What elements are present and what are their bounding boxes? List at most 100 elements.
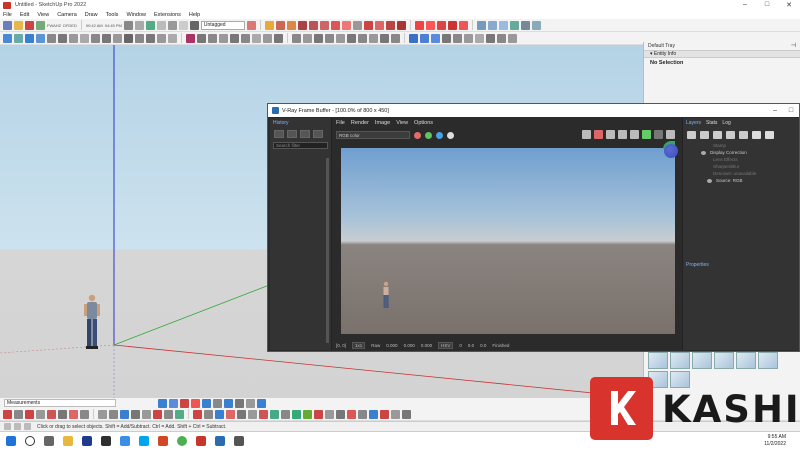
hidden-line-icon[interactable]: [475, 33, 484, 43]
vfb-menu-render[interactable]: Render: [351, 120, 369, 126]
vray-tool-icon[interactable]: [235, 398, 244, 408]
vray-vfb-icon[interactable]: [286, 20, 296, 30]
load-layers-icon[interactable]: [726, 131, 735, 139]
solid-tool-icon[interactable]: [193, 409, 202, 419]
photoshop-icon[interactable]: [82, 436, 92, 446]
style-thumbnail[interactable]: [736, 352, 756, 369]
vfb-menu-file[interactable]: File: [336, 120, 345, 126]
previous-view-icon[interactable]: [347, 33, 356, 43]
maximize-button[interactable]: □: [756, 1, 778, 9]
app-icon[interactable]: [120, 436, 130, 446]
freehand-icon[interactable]: [69, 33, 78, 43]
pin-icon[interactable]: ⊣: [791, 42, 796, 49]
solid-tool-icon[interactable]: [380, 409, 389, 419]
zoom-extents-icon[interactable]: [336, 33, 345, 43]
draw-tool-icon[interactable]: [36, 409, 45, 419]
style-thumbnail[interactable]: [670, 352, 690, 369]
vfb-title-bar[interactable]: V-Ray Frame Buffer - [100.0% of 800 x 45…: [268, 104, 799, 117]
vray-taskbar-icon[interactable]: [215, 436, 225, 446]
credits-icon[interactable]: [14, 423, 21, 430]
save-layers-icon[interactable]: [713, 131, 722, 139]
orbit-icon[interactable]: [292, 33, 301, 43]
mesh-export-icon[interactable]: [447, 20, 457, 30]
vray-tool-icon[interactable]: [224, 398, 233, 408]
draw-tool-icon[interactable]: [58, 409, 67, 419]
solid-tool-icon[interactable]: [358, 409, 367, 419]
interactive-render-icon[interactable]: [642, 130, 651, 139]
entity-info-panel-header[interactable]: ▾ Entity Info: [644, 50, 800, 58]
scale-icon[interactable]: [208, 33, 217, 43]
vray-tool-icon[interactable]: [169, 398, 178, 408]
render-teapot-icon[interactable]: [666, 130, 675, 139]
menu-window[interactable]: Window: [126, 12, 146, 18]
axes-icon[interactable]: [263, 33, 272, 43]
display-section-icon[interactable]: [409, 33, 418, 43]
styles-icon[interactable]: [156, 20, 166, 30]
add-layer-icon[interactable]: [687, 131, 696, 139]
rotate-icon[interactable]: [197, 33, 206, 43]
history-search-input[interactable]: Search filter: [273, 142, 328, 149]
offset-icon[interactable]: [168, 33, 177, 43]
render-preview-image[interactable]: [341, 148, 675, 334]
tag-select[interactable]: Untagged: [200, 20, 245, 30]
draw-tool-icon[interactable]: [3, 409, 12, 419]
channel-select[interactable]: RGB color: [336, 131, 410, 139]
solid-tool-icon[interactable]: [204, 409, 213, 419]
vray-tool-icon[interactable]: [246, 398, 255, 408]
vray-scatter-icon[interactable]: [396, 20, 406, 30]
wireframe-icon[interactable]: [464, 33, 473, 43]
vray-ies-light-icon[interactable]: [341, 20, 351, 30]
draw-tool-icon[interactable]: [14, 409, 23, 419]
layer-display-correction[interactable]: Display Correction: [683, 149, 799, 156]
section-plane-icon[interactable]: [391, 33, 400, 43]
arc-tool-icon[interactable]: [36, 20, 45, 30]
outliner-icon[interactable]: [189, 20, 199, 30]
section-fill-icon[interactable]: [431, 33, 440, 43]
rectangle-icon[interactable]: [80, 33, 89, 43]
menu-help[interactable]: Help: [189, 12, 200, 18]
layer-preset-icon[interactable]: [700, 131, 709, 139]
sandbox-tool-icon[interactable]: [142, 409, 151, 419]
select-tool-icon[interactable]: [3, 20, 12, 30]
vray-dome-light-icon[interactable]: [352, 20, 362, 30]
zoom-select[interactable]: 1x1: [352, 341, 366, 349]
vray-proxy-icon[interactable]: [363, 20, 373, 30]
sandbox-tool-icon[interactable]: [175, 409, 184, 419]
vfb-menu-view[interactable]: View: [396, 120, 408, 126]
sandbox-tool-icon[interactable]: [109, 409, 118, 419]
section-cuts-icon[interactable]: [420, 33, 429, 43]
warehouse-icon[interactable]: [123, 20, 133, 30]
tab-layers[interactable]: Layers: [686, 120, 701, 126]
style-thumbnail[interactable]: [758, 352, 778, 369]
style-thumbnail[interactable]: [648, 352, 668, 369]
vray-lights-icon[interactable]: [308, 20, 318, 30]
section-icon[interactable]: [436, 20, 446, 30]
line-icon[interactable]: [58, 33, 67, 43]
lasso-select-icon[interactable]: [14, 33, 23, 43]
save-image-icon[interactable]: [582, 130, 591, 139]
redo-icon[interactable]: [765, 131, 774, 139]
solid-tool-icon[interactable]: [248, 409, 257, 419]
vray-mesh-light-icon[interactable]: [330, 20, 340, 30]
vray-tool-icon[interactable]: [213, 398, 222, 408]
solid-tool-icon[interactable]: [226, 409, 235, 419]
move-icon[interactable]: [186, 33, 195, 43]
file-explorer-icon[interactable]: [63, 436, 73, 446]
vray-plane-icon[interactable]: [385, 20, 395, 30]
menu-tools[interactable]: Tools: [106, 12, 119, 18]
solid-tool-icon[interactable]: [402, 409, 411, 419]
style-thumbnail[interactable]: [714, 352, 734, 369]
layer-lens-effects[interactable]: Lens Effects: [683, 156, 799, 163]
draw-tool-icon[interactable]: [47, 409, 56, 419]
polygon-icon[interactable]: [113, 33, 122, 43]
task-view-icon[interactable]: [44, 436, 54, 446]
solid-tool-icon[interactable]: [347, 409, 356, 419]
vfb-menu-options[interactable]: Options: [414, 120, 433, 126]
position-camera-icon[interactable]: [358, 33, 367, 43]
vray-asset-editor-icon[interactable]: [297, 20, 307, 30]
arc-icon[interactable]: [124, 33, 133, 43]
photoshop-alt-icon[interactable]: [101, 436, 111, 446]
layer-source-rgb[interactable]: Source: RGB: [683, 177, 799, 184]
region-render-icon[interactable]: [606, 130, 615, 139]
save-all-icon[interactable]: [594, 130, 603, 139]
